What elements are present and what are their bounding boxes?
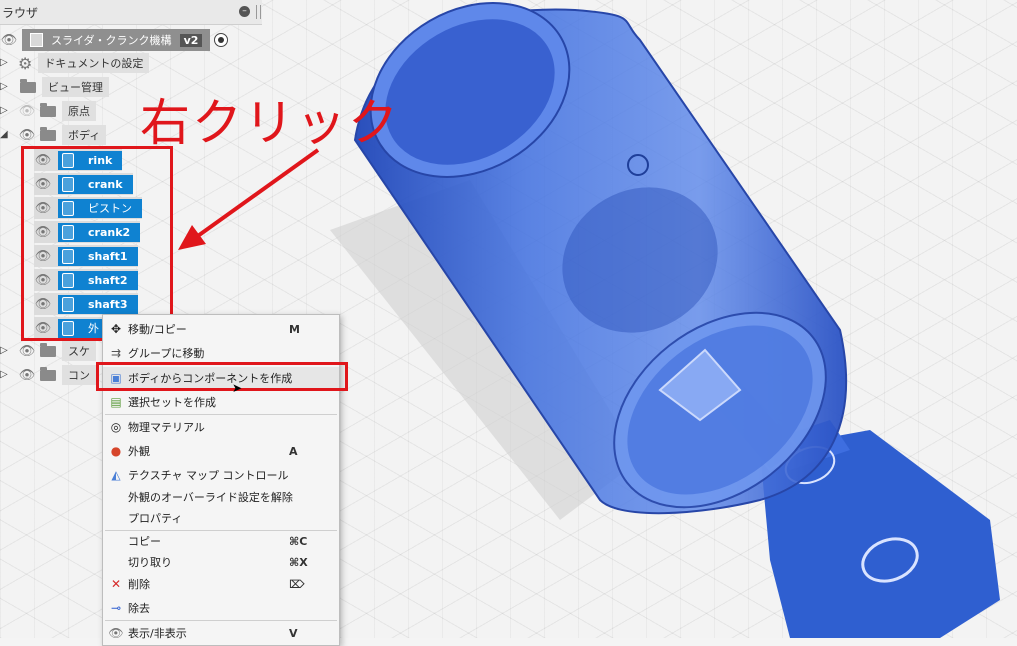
menu-item-delete[interactable]: ✕ 削除 ⌦ xyxy=(103,573,339,595)
selection-set-icon: ▤ xyxy=(110,395,122,409)
folder-icon xyxy=(40,366,56,381)
tree-item-components[interactable]: ▷ 👁 コン xyxy=(0,364,96,386)
move-icon: ✥ xyxy=(110,322,122,336)
tree-item-bodies[interactable]: ◢ 👁 ボディ xyxy=(0,124,107,146)
menu-item-move-to-group[interactable]: ⇉ グループに移動 xyxy=(103,342,339,364)
minimize-icon[interactable]: – xyxy=(239,6,250,17)
menu-item-move-copy[interactable]: ✥ 移動/コピー M xyxy=(103,318,339,340)
tree-item-document-settings[interactable]: ▷ ⚙ ドキュメントの設定 xyxy=(0,52,150,74)
tree-item-sketches[interactable]: ▷ 👁 スケ xyxy=(0,340,96,362)
group-move-icon: ⇉ xyxy=(110,346,122,360)
expand-arrow-icon[interactable]: ▷ xyxy=(0,81,8,92)
folder-icon xyxy=(40,126,56,141)
panel-grip-icon[interactable] xyxy=(256,5,261,19)
browser-title: ラウザ xyxy=(2,5,39,20)
eye-icon[interactable]: 👁 xyxy=(0,33,18,48)
appearance-icon: ● xyxy=(110,444,122,458)
document-name: スライダ・クランク機構 xyxy=(51,34,172,47)
tree-item-label: ビュー管理 xyxy=(42,77,109,97)
eye-icon[interactable]: 👁 xyxy=(18,128,36,143)
tree-item-label: ドキュメントの設定 xyxy=(38,53,150,73)
menu-item-create-selection-set[interactable]: ▤ 選択セットを作成 xyxy=(103,391,339,413)
menu-item-appearance[interactable]: ● 外観 A xyxy=(103,440,339,462)
folder-icon xyxy=(20,78,36,93)
menu-item-remove[interactable]: ⊸ 除去 xyxy=(103,597,339,619)
version-badge: v2 xyxy=(179,33,203,47)
activate-radio-icon[interactable] xyxy=(214,33,229,47)
delete-icon: ✕ xyxy=(110,577,122,591)
physical-material-icon: ◎ xyxy=(110,420,122,434)
folder-icon xyxy=(40,342,56,357)
document-icon xyxy=(30,33,43,47)
mouse-cursor-icon: ➤ xyxy=(232,381,243,395)
expand-arrow-icon[interactable]: ▷ xyxy=(0,57,8,68)
document-label[interactable]: スライダ・クランク機構 v2 xyxy=(22,29,211,51)
right-click-annotation: 右クリック xyxy=(140,94,400,152)
menu-item-copy[interactable]: コピー ⌘C xyxy=(103,530,339,552)
document-row[interactable]: 👁 スライダ・クランク機構 v2 xyxy=(0,29,229,51)
bodies-highlight-box xyxy=(21,146,173,341)
eye-hidden-icon[interactable]: 👁 xyxy=(18,104,36,119)
menu-item-physical-material[interactable]: ◎ 物理マテリアル xyxy=(103,416,339,438)
tree-item-label: 原点 xyxy=(62,101,96,121)
tree-item-label: コン xyxy=(62,365,96,385)
menu-item-show-hide[interactable]: 👁 表示/非表示 V xyxy=(103,622,339,644)
tree-item-view-management[interactable]: ▷ ビュー管理 xyxy=(0,76,109,98)
menu-highlight-box xyxy=(96,362,348,391)
expand-arrow-icon[interactable]: ▷ xyxy=(0,369,8,380)
menu-separator xyxy=(105,414,337,415)
browser-header: ラウザ – xyxy=(0,0,262,25)
tree-item-label: スケ xyxy=(62,341,96,361)
folder-icon xyxy=(40,102,56,117)
menu-separator xyxy=(105,620,337,621)
menu-item-properties[interactable]: プロパティ xyxy=(103,507,339,529)
tree-item-label: ボディ xyxy=(62,125,107,145)
eye-icon[interactable]: 👁 xyxy=(18,368,36,383)
menu-item-clear-override[interactable]: 外観のオーバーライド設定を解除 xyxy=(103,486,339,508)
texture-map-icon: ◭ xyxy=(111,468,121,482)
menu-item-cut[interactable]: 切り取り ⌘X xyxy=(103,551,339,573)
collapse-arrow-icon[interactable]: ◢ xyxy=(0,129,8,140)
menu-item-texture-map[interactable]: ◭ テクスチャ マップ コントロール xyxy=(103,464,339,486)
remove-icon: ⊸ xyxy=(110,601,122,615)
tree-item-origin[interactable]: ▷ 👁 原点 xyxy=(0,100,96,122)
gear-icon: ⚙ xyxy=(18,53,33,73)
expand-arrow-icon[interactable]: ▷ xyxy=(0,105,8,116)
expand-arrow-icon[interactable]: ▷ xyxy=(0,345,8,356)
eye-icon[interactable]: 👁 xyxy=(18,344,36,359)
